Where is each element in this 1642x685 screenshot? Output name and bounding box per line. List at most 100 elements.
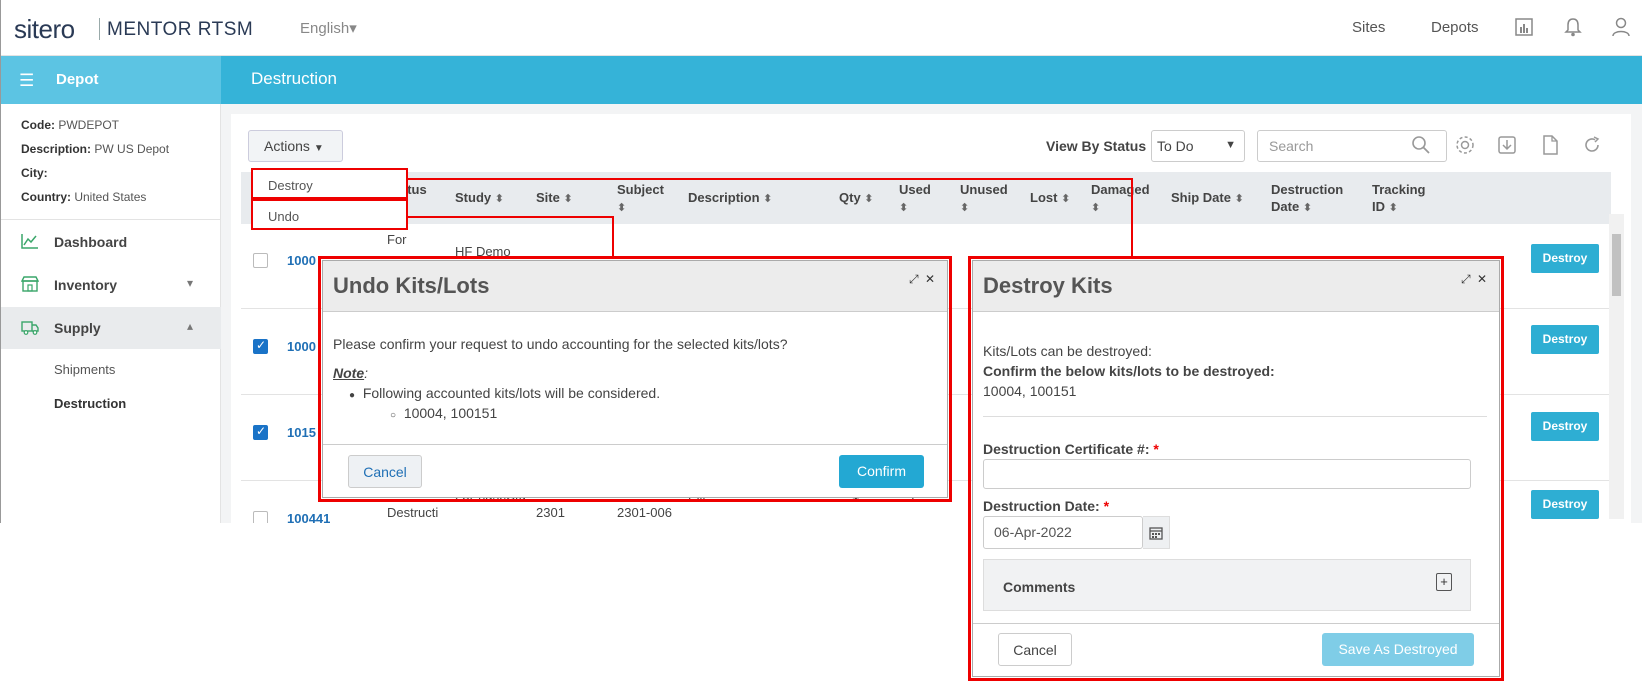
dialog-header: Undo Kits/Lots ⤢ ✕ [323, 261, 947, 312]
depot-code-value: PWDEPOT [58, 118, 120, 132]
note-sub-bullet: ○ 10004, 100151 [390, 405, 498, 421]
row-status: For [387, 232, 407, 247]
expand-plus-icon[interactable]: + [1436, 573, 1452, 591]
column-header-ship-date[interactable]: Ship Date ⬍ [1171, 189, 1244, 208]
expand-icon[interactable]: ⤢ [1461, 272, 1471, 287]
note-sub-bullet-text: 10004, 100151 [403, 405, 498, 421]
dialog-title: Destroy Kits [983, 273, 1113, 298]
logo: sitero [14, 14, 75, 44]
view-by-status-select[interactable]: To Do ▼ [1151, 130, 1245, 162]
column-header-study[interactable]: Study ⬍ [455, 189, 504, 208]
dialog-title: Undo Kits/Lots [333, 273, 490, 298]
note-bullet: ● Following accounted kits/lots will be … [349, 385, 661, 401]
cancel-button[interactable]: Cancel [348, 455, 422, 488]
close-icon[interactable]: ✕ [1477, 272, 1487, 286]
connector-line [408, 216, 614, 218]
note-heading: Note: [333, 365, 368, 381]
depot-city: City: [21, 166, 48, 180]
kit-link[interactable]: 1015 [287, 425, 316, 440]
column-header-unused[interactable]: Unused ⬍ [960, 181, 1008, 217]
expand-icon[interactable]: ⤢ [909, 272, 919, 287]
dialog-header: Destroy Kits ⤢ ✕ [973, 261, 1499, 312]
table-scrollbar[interactable] [1609, 214, 1624, 519]
depots-link[interactable]: Depots [1431, 19, 1479, 36]
menu-item-undo[interactable]: Undo [251, 199, 408, 230]
confirm-button[interactable]: Confirm [839, 455, 924, 488]
column-header-subject[interactable]: Subject ⬍ [617, 181, 664, 217]
save-as-destroyed-button[interactable]: Save As Destroyed [1322, 633, 1474, 666]
scrollbar-thumb[interactable] [1612, 234, 1621, 296]
title-band: ☰ Depot Destruction [1, 56, 1642, 104]
close-icon[interactable]: ✕ [925, 272, 935, 286]
actions-label: Actions [264, 138, 310, 154]
destroy-button[interactable]: Destroy [1531, 490, 1599, 519]
top-bar: sitero MENTOR RTSM English▾ Sites Depots [1, 0, 1642, 56]
column-header-description[interactable]: Description ⬍ [688, 189, 772, 208]
row-checkbox[interactable] [253, 338, 268, 354]
depot-description-label: Description: [21, 142, 92, 156]
column-header-tracking-id[interactable]: Tracking ID ⬍ [1372, 181, 1434, 217]
product-name: MENTOR RTSM [107, 19, 254, 40]
document-icon[interactable] [1539, 134, 1561, 156]
calendar-button[interactable] [1143, 516, 1170, 549]
column-header-qty[interactable]: Qty ⬍ [839, 189, 874, 208]
sidebar-divider [1, 219, 221, 220]
depot-code-label: Code: [21, 118, 55, 132]
destruction-date-input[interactable]: 06-Apr-2022 [983, 516, 1143, 549]
refresh-icon[interactable] [1581, 134, 1603, 156]
destroy-dialog: Destroy Kits ⤢ ✕ Kits/Lots can be destro… [972, 260, 1500, 677]
cancel-button[interactable]: Cancel [998, 633, 1072, 666]
caret-down-icon: ▼ [313, 143, 324, 154]
connector-line [408, 178, 1132, 180]
kit-link[interactable]: 1000 [287, 339, 316, 354]
depot-country-label: Country: [21, 190, 71, 204]
destroy-button[interactable]: Destroy [1531, 325, 1599, 354]
destroy-button[interactable]: Destroy [1531, 412, 1599, 441]
depot-country-value: United States [74, 190, 147, 204]
column-header-lost[interactable]: Lost ⬍ [1030, 189, 1070, 208]
reports-icon[interactable] [1513, 16, 1535, 38]
sidebar-item-inventory[interactable]: Inventory ▾ [1, 264, 221, 306]
sidebar-subitem-shipments[interactable]: Shipments [54, 362, 115, 377]
destroy-confirm-line: Confirm the below kits/lots to be destro… [983, 363, 1275, 379]
destroy-button[interactable]: Destroy [1531, 244, 1599, 273]
undo-dialog: Undo Kits/Lots ⤢ ✕ Please confirm your r… [322, 260, 948, 498]
column-header-used[interactable]: Used ⬍ [899, 181, 931, 217]
sidebar-subitem-destruction[interactable]: Destruction [54, 396, 126, 411]
logo-divider [99, 18, 100, 40]
actions-dropdown-button[interactable]: Actions ▼ [248, 130, 343, 162]
connector-line [612, 216, 614, 257]
column-header-destruction-date[interactable]: Destruction Date ⬍ [1271, 181, 1361, 217]
dialog-divider [983, 416, 1487, 417]
kit-link[interactable]: 100441 [287, 511, 330, 523]
comments-label: Comments [1003, 579, 1076, 595]
row-subject: 2301-006 [617, 505, 672, 520]
gear-icon[interactable] [1454, 134, 1476, 156]
language-selector[interactable]: English▾ [300, 19, 357, 37]
view-by-status-label: View By Status [1046, 138, 1147, 154]
sidebar-item-dashboard[interactable]: Dashboard [1, 221, 221, 263]
view-by-status-value: To Do [1157, 138, 1194, 154]
destruction-date-label: Destruction Date: * [983, 498, 1110, 514]
row-checkbox[interactable] [253, 253, 268, 268]
hamburger-icon[interactable]: ☰ [19, 71, 34, 91]
sidebar-item-supply[interactable]: Supply ▴ [1, 307, 221, 349]
kit-link[interactable]: 1000 [287, 253, 316, 268]
menu-item-destroy[interactable]: Destroy [251, 168, 408, 199]
user-icon[interactable] [1610, 16, 1632, 38]
chart-line-icon [21, 234, 38, 249]
column-header-damaged[interactable]: Damaged ⬍ [1091, 181, 1150, 217]
depot-code: Code: PWDEPOT [21, 118, 119, 132]
page-title: Destruction [251, 69, 337, 88]
truck-icon [21, 321, 39, 335]
download-icon[interactable] [1496, 134, 1518, 156]
sites-link[interactable]: Sites [1352, 19, 1385, 36]
search-icon[interactable] [1411, 135, 1431, 155]
comments-section[interactable]: Comments + [983, 559, 1471, 611]
column-header-site[interactable]: Site ⬍ [536, 189, 573, 208]
depot-city-label: City: [21, 166, 48, 180]
row-checkbox[interactable] [253, 424, 268, 440]
row-checkbox[interactable] [253, 511, 268, 523]
bell-icon[interactable] [1562, 16, 1584, 38]
certificate-input[interactable] [983, 459, 1471, 489]
